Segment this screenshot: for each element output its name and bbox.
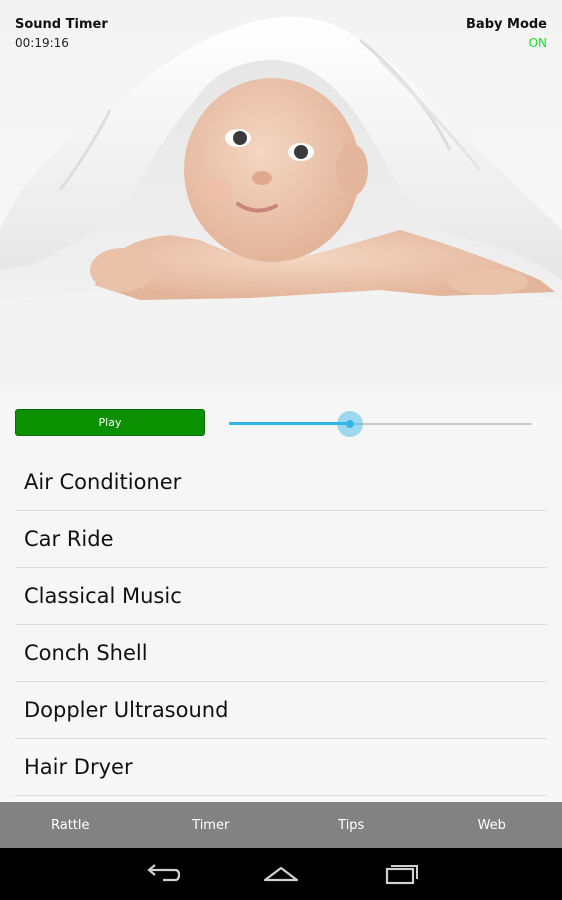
- baby-photo: [0, 0, 562, 390]
- sound-item-label: Car Ride: [24, 527, 114, 551]
- back-icon[interactable]: [141, 860, 181, 888]
- home-icon[interactable]: [261, 860, 301, 888]
- volume-slider[interactable]: [229, 411, 532, 437]
- sound-item-label: Classical Music: [24, 584, 182, 608]
- sound-item-doppler-ultrasound[interactable]: Doppler Ultrasound: [15, 682, 547, 739]
- sound-item-classical-music[interactable]: Classical Music: [15, 568, 547, 625]
- sound-item-label: Conch Shell: [24, 641, 148, 665]
- timer-readout: 00:19:16: [15, 36, 69, 50]
- system-nav-bar: [0, 848, 562, 900]
- sound-item-conch-shell[interactable]: Conch Shell: [15, 625, 547, 682]
- tab-timer[interactable]: Timer: [141, 802, 282, 848]
- baby-mode-toggle[interactable]: Baby Mode ON: [466, 16, 547, 52]
- sound-item-hair-dryer[interactable]: Hair Dryer: [15, 739, 547, 796]
- baby-mode-label: Baby Mode: [466, 17, 547, 32]
- play-button[interactable]: Play: [15, 409, 205, 436]
- sound-item-label: Air Conditioner: [24, 470, 182, 494]
- tab-rattle[interactable]: Rattle: [0, 802, 141, 848]
- sound-item-car-ride[interactable]: Car Ride: [15, 511, 547, 568]
- timer-header: Sound Timer 00:19:16: [15, 16, 108, 52]
- app-title: Sound Timer: [15, 17, 108, 32]
- baby-mode-status: ON: [528, 36, 547, 50]
- tab-web[interactable]: Web: [422, 802, 562, 848]
- tab-tips[interactable]: Tips: [281, 802, 422, 848]
- sound-item-label: Doppler Ultrasound: [24, 698, 229, 722]
- sound-item-air-conditioner[interactable]: Air Conditioner: [15, 454, 547, 511]
- recent-apps-icon[interactable]: [381, 860, 421, 888]
- app-screen: Sound Timer 00:19:16 Baby Mode ON Play A…: [0, 0, 562, 802]
- slider-thumb[interactable]: [337, 411, 364, 437]
- sound-item-label: Hair Dryer: [24, 755, 133, 779]
- sound-list: Air Conditioner Car Ride Classical Music…: [15, 454, 547, 796]
- slider-fill: [229, 422, 351, 425]
- bottom-tab-bar: Rattle Timer Tips Web: [0, 802, 562, 848]
